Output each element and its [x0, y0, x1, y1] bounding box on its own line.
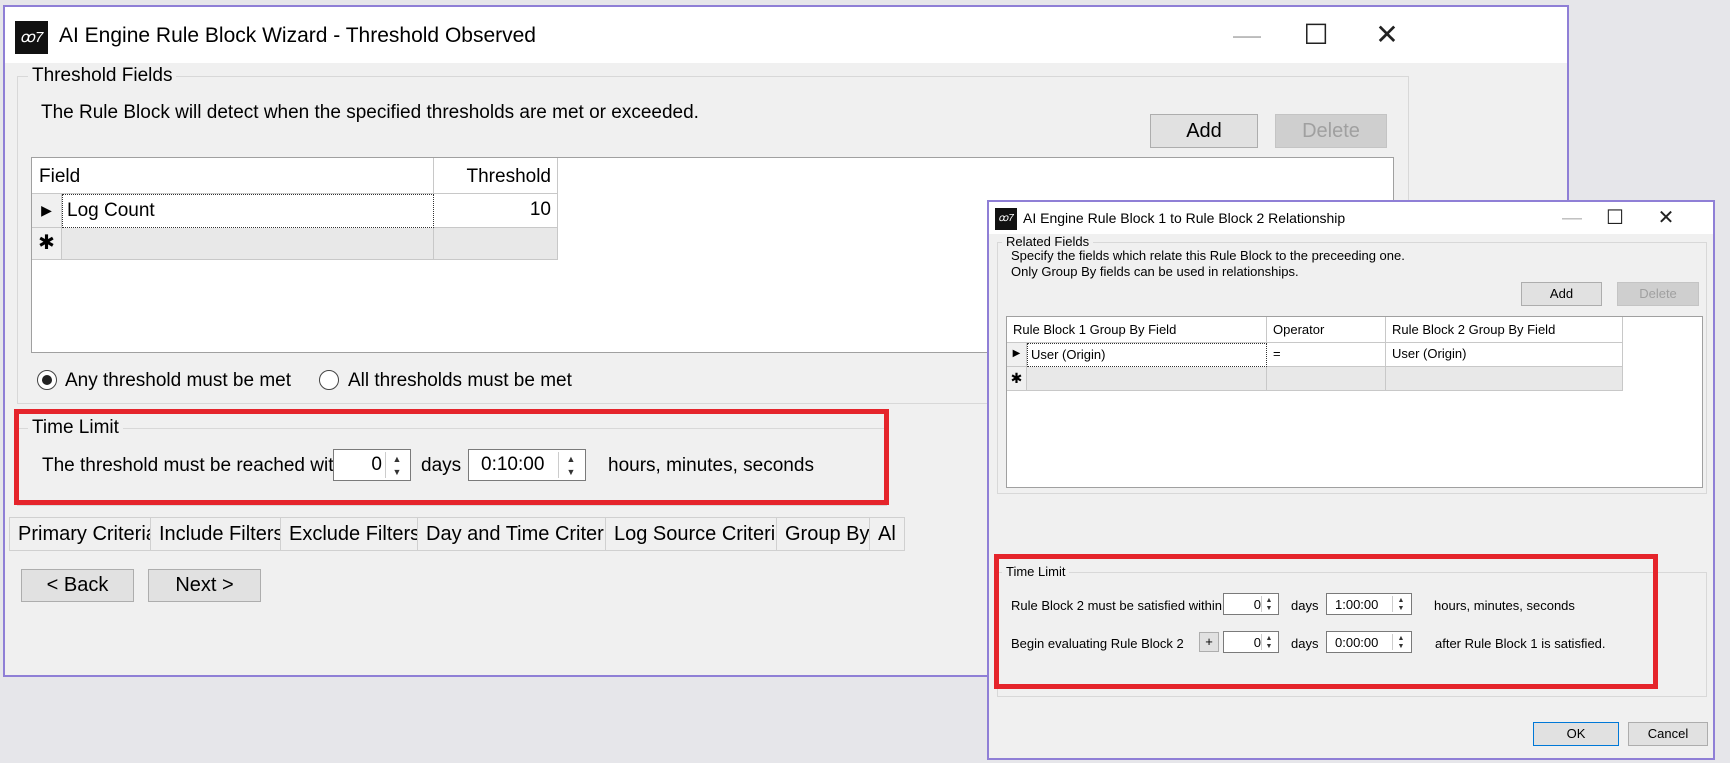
wizard-titlebar: ꝏ7 AI Engine Rule Block Wizard - Thresho…: [5, 7, 1567, 63]
column-header-rb2[interactable]: Rule Block 2 Group By Field: [1386, 317, 1623, 343]
table-row-rb2[interactable]: User (Origin): [1386, 343, 1623, 367]
next-button[interactable]: Next >: [148, 569, 261, 602]
dialog-new-row-rb2[interactable]: [1386, 367, 1623, 391]
dialog-title: AI Engine Rule Block 1 to Rule Block 2 R…: [1023, 210, 1346, 226]
back-button[interactable]: < Back: [21, 569, 134, 602]
close-icon[interactable]: ✕: [1367, 17, 1407, 53]
delete-threshold-button[interactable]: Delete: [1275, 114, 1387, 148]
cancel-button[interactable]: Cancel: [1628, 722, 1708, 746]
tab-include-filters[interactable]: Include Filters: [150, 517, 293, 551]
related-fields-desc-1: Specify the fields which relate this Rul…: [1011, 248, 1405, 263]
dialog-delete-button[interactable]: Delete: [1617, 282, 1699, 306]
dialog-titlebar: ꝏ7 AI Engine Rule Block 1 to Rule Block …: [989, 202, 1713, 234]
column-header-rb1[interactable]: Rule Block 1 Group By Field: [1007, 317, 1267, 343]
table-row-threshold[interactable]: 10: [434, 194, 558, 228]
tab-group-by[interactable]: Group By: [776, 517, 879, 551]
dialog-time-limit-highlight-box: [994, 554, 1658, 689]
time-limit-highlight-box: [14, 409, 889, 505]
add-threshold-button[interactable]: Add: [1150, 114, 1258, 148]
dialog-app-logo-icon: ꝏ7: [995, 208, 1017, 230]
dialog-new-row-asterisk-icon[interactable]: ✱: [1007, 367, 1027, 391]
maximize-icon[interactable]: ☐: [1296, 17, 1336, 53]
row-selector-arrow-icon[interactable]: ▶: [32, 194, 62, 228]
dialog-new-row-operator[interactable]: [1267, 367, 1386, 391]
column-header-threshold[interactable]: Threshold: [434, 158, 558, 194]
dialog-add-button[interactable]: Add: [1521, 282, 1602, 306]
minimize-icon[interactable]: —: [1227, 17, 1267, 53]
table-row-operator[interactable]: =: [1267, 343, 1386, 367]
dialog-close-icon[interactable]: ✕: [1651, 204, 1681, 232]
tab-exclude-filters[interactable]: Exclude Filters: [280, 517, 430, 551]
new-row-threshold[interactable]: [434, 228, 558, 260]
tab-ai-truncated[interactable]: Al: [869, 517, 905, 551]
dialog-maximize-icon[interactable]: ☐: [1600, 204, 1630, 232]
any-threshold-label: Any threshold must be met: [65, 370, 291, 391]
relationship-grid[interactable]: Rule Block 1 Group By Field Operator Rul…: [1006, 316, 1703, 488]
table-row-field[interactable]: Log Count: [62, 194, 434, 228]
column-header-field[interactable]: Field: [32, 158, 434, 194]
dialog-row-selector-arrow-icon[interactable]: ▶: [1007, 343, 1027, 367]
all-thresholds-label: All thresholds must be met: [348, 370, 572, 391]
tab-log-source-criteria[interactable]: Log Source Criteria: [605, 517, 796, 551]
tab-primary-criteria[interactable]: Primary Criteria: [9, 517, 166, 551]
related-fields-legend: Related Fields: [1002, 234, 1094, 249]
threshold-fields-legend: Threshold Fields: [28, 65, 177, 87]
related-fields-desc-2: Only Group By fields can be used in rela…: [1011, 264, 1299, 279]
wizard-title: AI Engine Rule Block Wizard - Threshold …: [59, 24, 536, 47]
new-row-asterisk-icon[interactable]: ✱: [32, 228, 62, 260]
new-row-field[interactable]: [62, 228, 434, 260]
dialog-new-row-rb1[interactable]: [1027, 367, 1267, 391]
table-row-rb1[interactable]: User (Origin): [1027, 343, 1267, 367]
ok-button[interactable]: OK: [1533, 722, 1619, 746]
any-threshold-radio[interactable]: [37, 370, 57, 390]
all-thresholds-radio[interactable]: [319, 370, 339, 390]
tab-day-and-time-criteria[interactable]: Day and Time Criteria: [417, 517, 629, 551]
app-logo-icon: ꝏ7: [15, 21, 48, 54]
dialog-minimize-icon[interactable]: —: [1557, 204, 1587, 232]
threshold-description: The Rule Block will detect when the spec…: [41, 102, 699, 123]
column-header-operator[interactable]: Operator: [1267, 317, 1386, 343]
